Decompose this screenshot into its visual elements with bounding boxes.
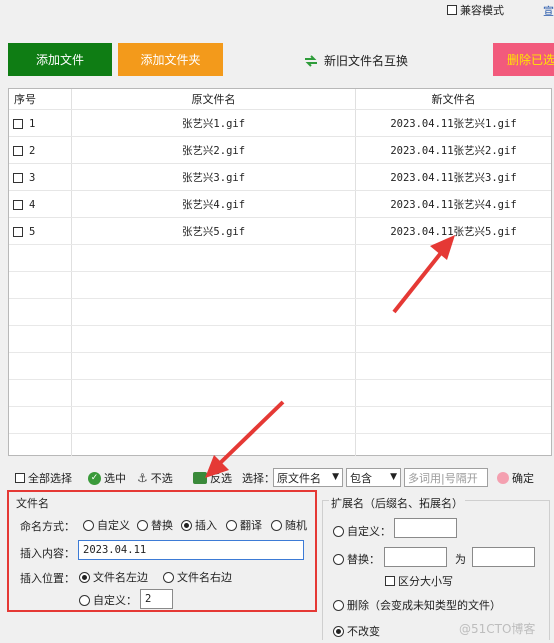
select-all-checkbox[interactable]: 全部选择 (15, 469, 72, 487)
new-name: 2023.04.11张艺兴1.gif (390, 118, 517, 130)
row-index: 3 (29, 171, 36, 184)
grid-line (9, 352, 551, 353)
insert-pos-label: 插入位置： (20, 572, 75, 585)
original-name: 张艺兴5.gif (181, 226, 246, 238)
invert-label: 反选 (210, 472, 232, 485)
swap-icon (303, 54, 319, 68)
select-all-label: 全部选择 (28, 472, 72, 485)
check-circle-icon: ✓ (88, 471, 101, 485)
ext-replace-radio[interactable]: 替换： (333, 551, 380, 567)
header-original[interactable]: 原文件名 (72, 89, 355, 109)
ext-custom-input[interactable] (394, 518, 457, 538)
chevron-down-icon: ▼ (332, 472, 339, 482)
pos-custom-input[interactable]: 2 (140, 589, 173, 609)
pos-right-radio[interactable]: 文件名右边 (163, 569, 232, 585)
new-name: 2023.04.11张艺兴2.gif (390, 145, 517, 157)
header-index[interactable]: 序号 (14, 89, 44, 109)
grid-line (9, 298, 551, 299)
corner-text: 宣 (543, 5, 554, 18)
row-index: 2 (29, 144, 36, 157)
table-row[interactable]: 2 张艺兴2.gif 2023.04.11张艺兴2.gif (9, 136, 551, 164)
table-row[interactable]: 3 张艺兴3.gif 2023.04.11张艺兴3.gif (9, 163, 551, 191)
grid-line (9, 244, 551, 245)
row-index: 1 (29, 117, 36, 130)
row-checkbox[interactable] (13, 145, 23, 156)
swap-names-button[interactable]: 新旧文件名互换 (303, 52, 408, 69)
select-mid-button[interactable]: ✓ 选中 (88, 469, 126, 487)
table-row[interactable]: 5 张艺兴5.gif 2023.04.11张艺兴5.gif (9, 217, 551, 245)
add-folder-button[interactable]: 添加文件夹 (118, 43, 223, 76)
header-new[interactable]: 新文件名 (356, 89, 551, 109)
mode-select-value: 包含 (350, 471, 372, 485)
original-name: 张艺兴4.gif (181, 199, 246, 211)
insert-content-label: 插入内容： (20, 547, 75, 560)
grid-line (9, 271, 551, 272)
ext-replace-to-input[interactable] (472, 547, 535, 567)
deselect-label: 不选 (150, 472, 173, 485)
deselect-button[interactable]: ⚓ 不选 (137, 469, 173, 487)
row-checkbox[interactable] (13, 118, 23, 129)
original-name: 张艺兴1.gif (181, 118, 246, 130)
keyword-input[interactable]: 多词用|号隔开 (404, 468, 488, 487)
chevron-down-icon: ▼ (390, 472, 397, 482)
confirm-label: 确定 (512, 472, 534, 485)
grid-line (9, 379, 551, 380)
ext-replace-for-label: 为 (455, 553, 466, 566)
naming-label: 命名方式： (20, 520, 75, 533)
table-row[interactable]: 1 张艺兴1.gif 2023.04.11张艺兴1.gif (9, 109, 551, 137)
field-select[interactable]: 原文件名 ▼ (273, 468, 343, 487)
row-index: 4 (29, 198, 36, 211)
select-mid-label: 选中 (104, 472, 126, 485)
confirm-button[interactable]: 确定 (497, 469, 534, 487)
filename-panel-title: 文件名 (16, 497, 49, 510)
naming-custom-radio[interactable]: 自定义 (83, 517, 130, 533)
new-name: 2023.04.11张艺兴3.gif (390, 172, 517, 184)
watermark-text: @51CTO博客 (459, 622, 536, 636)
grid-line (9, 325, 551, 326)
row-checkbox[interactable] (13, 199, 23, 210)
invert-button[interactable]: 反选 (193, 469, 232, 487)
grid-line (9, 406, 551, 407)
ext-custom-radio[interactable]: 自定义： (333, 523, 391, 539)
anchor-icon: ⚓ (137, 471, 148, 485)
choose-label: 选择： (242, 472, 275, 485)
row-checkbox[interactable] (13, 226, 23, 237)
table-row[interactable]: 4 张艺兴4.gif 2023.04.11张艺兴4.gif (9, 190, 551, 218)
new-name: 2023.04.11张艺兴5.gif (390, 226, 517, 238)
checkbox-box[interactable] (15, 473, 25, 483)
checkbox-box[interactable] (447, 5, 457, 15)
pos-custom-radio[interactable]: 自定义： (79, 592, 137, 608)
invert-icon (193, 472, 207, 484)
naming-insert-radio[interactable]: 插入 (181, 517, 217, 533)
ext-replace-from-input[interactable] (384, 547, 447, 567)
confirm-icon (497, 472, 509, 484)
original-name: 张艺兴2.gif (181, 145, 246, 157)
ext-delete-radio[interactable]: 删除（会变成未知类型的文件） (333, 597, 501, 613)
swap-label: 新旧文件名互换 (324, 54, 409, 68)
original-name: 张艺兴3.gif (181, 172, 246, 184)
new-name: 2023.04.11张艺兴4.gif (390, 199, 517, 211)
naming-translate-radio[interactable]: 翻译 (226, 517, 262, 533)
compat-mode-checkbox[interactable]: 兼容模式 (447, 2, 504, 18)
naming-replace-radio[interactable]: 替换 (137, 517, 173, 533)
delete-label: 删除已选 (507, 53, 554, 67)
naming-random-radio[interactable]: 随机 (271, 517, 307, 533)
pos-left-radio[interactable]: 文件名左边 (79, 569, 148, 585)
mode-select[interactable]: 包含 ▼ (346, 468, 401, 487)
extension-panel-title: 扩展名（后缀名、拓展名） (329, 495, 465, 511)
row-checkbox[interactable] (13, 172, 23, 183)
keyword-placeholder: 多词用|号隔开 (408, 471, 478, 485)
case-sensitive-checkbox[interactable]: 区分大小写 (385, 573, 453, 589)
ext-keep-radio[interactable]: 不改变 (333, 623, 380, 639)
row-index: 5 (29, 225, 36, 238)
delete-selected-button[interactable]: 删除已选 (493, 43, 554, 76)
compat-mode-label: 兼容模式 (460, 4, 504, 17)
grid-line (9, 433, 551, 434)
field-select-value: 原文件名 (277, 471, 321, 485)
add-file-button[interactable]: 添加文件 (8, 43, 112, 76)
insert-content-input[interactable]: 2023.04.11 (78, 540, 304, 560)
